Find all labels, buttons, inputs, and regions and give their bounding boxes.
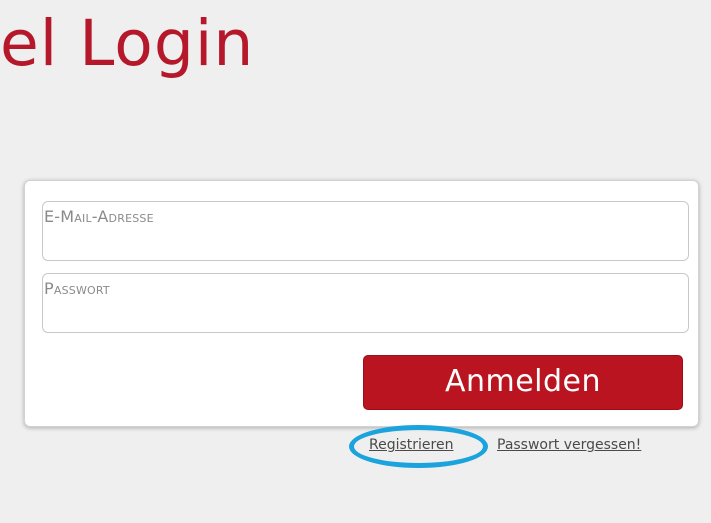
password-placeholder: Passwort <box>44 279 110 298</box>
email-placeholder: E-Mail-Adresse <box>44 207 154 226</box>
register-link[interactable]: Registrieren <box>369 437 453 453</box>
password-field[interactable]: Passwort <box>42 273 689 333</box>
page-title: el Login <box>0 7 255 80</box>
forgot-password-link[interactable]: Passwort vergessen! <box>497 437 641 453</box>
email-field[interactable]: E-Mail-Adresse <box>42 201 689 261</box>
login-card: E-Mail-Adresse Passwort Anmelden <box>24 180 699 427</box>
login-button[interactable]: Anmelden <box>363 355 683 410</box>
